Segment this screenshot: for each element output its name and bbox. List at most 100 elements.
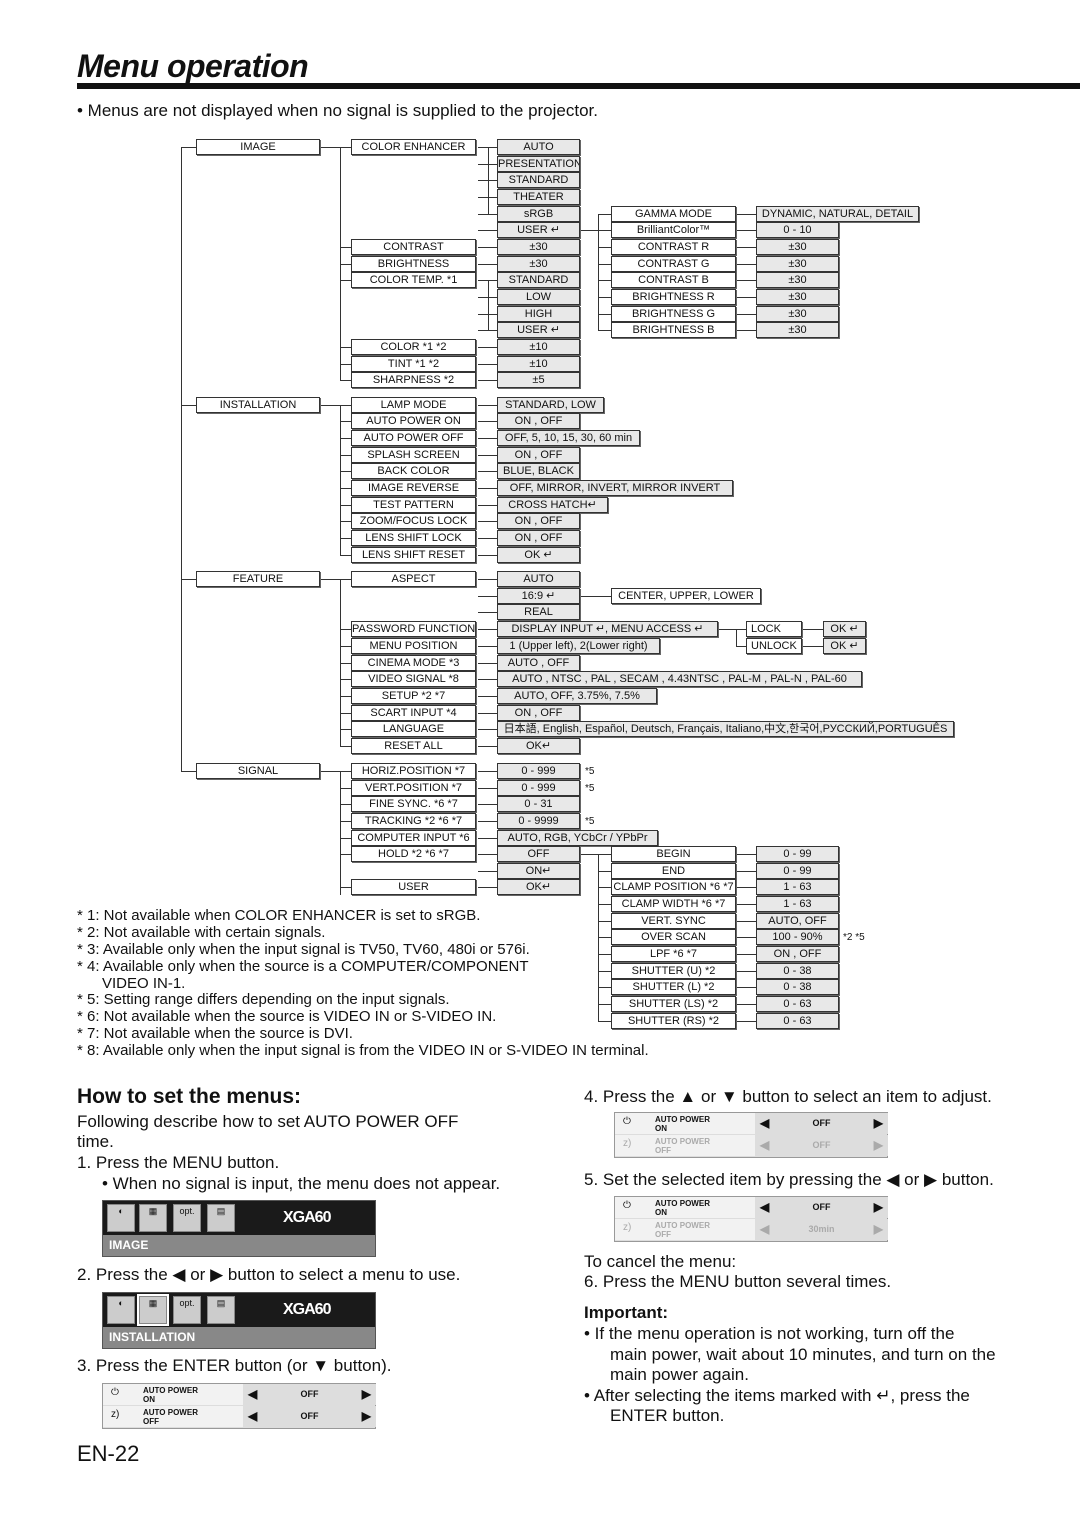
menu-tree-box: OVER SCAN bbox=[611, 929, 736, 945]
connector-line bbox=[478, 646, 497, 647]
connector-line bbox=[598, 871, 611, 872]
connector-line bbox=[340, 280, 351, 281]
menu-tree-box: CROSS HATCH↵ bbox=[497, 497, 608, 513]
connector-line bbox=[340, 771, 351, 772]
menu-tree-box: COMPUTER INPUT *6 bbox=[351, 830, 476, 846]
menu-tree-box: BRIGHTNESS G bbox=[611, 306, 736, 322]
page-number: EN-22 bbox=[77, 1441, 140, 1466]
menu-tree-box: IMAGE bbox=[196, 139, 320, 155]
connector-line bbox=[580, 596, 611, 597]
connector-line bbox=[478, 230, 497, 231]
connector-line bbox=[598, 314, 611, 315]
connector-line bbox=[736, 887, 756, 888]
footnote: * 2: Not available with certain signals. bbox=[77, 924, 326, 941]
menu-tree-box: SHARPNESS *2 bbox=[351, 372, 476, 388]
connector-line bbox=[736, 954, 756, 955]
connector-line bbox=[478, 214, 497, 215]
signal-menu-icon: ▤ bbox=[207, 1204, 235, 1232]
connector-line bbox=[478, 696, 497, 697]
connector-line bbox=[478, 821, 497, 822]
menu-tree-box: 0 - 38 bbox=[756, 979, 839, 995]
menu-tree-box: 0 - 10 bbox=[756, 222, 839, 238]
connector-line bbox=[340, 147, 351, 148]
footnote: * 8: Available only when the input signa… bbox=[77, 1042, 649, 1059]
menu-tree-box: AUTO, RGB, YCbCr / YPbPr bbox=[497, 830, 658, 846]
menu-tree-box: 0 - 31 bbox=[497, 796, 580, 812]
footnote-marker: *5 bbox=[585, 766, 595, 777]
howto-desc: time. bbox=[77, 1132, 114, 1151]
menu-tree-box: 0 - 63 bbox=[756, 996, 839, 1012]
left-arrow-icon: ◀ bbox=[760, 1116, 770, 1130]
connector-line bbox=[340, 788, 351, 789]
menu-tree-box: FINE SYNC. *6 *7 bbox=[351, 796, 476, 812]
footnote-marker: *5 bbox=[585, 783, 595, 794]
menu-tree-box: ON , OFF bbox=[497, 447, 580, 463]
connector-line bbox=[580, 854, 598, 855]
model-name: XGA60 bbox=[283, 1301, 331, 1318]
menu-tree-box: LOCK bbox=[746, 621, 802, 637]
auto-power-off-icon: z) bbox=[111, 1409, 120, 1420]
menu-tree-box: CONTRAST B bbox=[611, 272, 736, 288]
feature-menu-icon: opt. bbox=[173, 1296, 201, 1324]
connector-line bbox=[598, 1004, 611, 1005]
menu-tree-box: AUTO bbox=[497, 571, 580, 587]
important-note: • If the menu operation is not working, … bbox=[584, 1324, 955, 1343]
menu-tree-box: ±30 bbox=[756, 306, 839, 322]
important-note: main power, wait about 10 minutes, and t… bbox=[610, 1345, 996, 1364]
connector-line bbox=[478, 555, 497, 556]
connector-line bbox=[340, 505, 351, 506]
menu-tree-box: ON , OFF bbox=[497, 530, 580, 546]
menu-tree-box: SHUTTER (L) *2 bbox=[611, 979, 736, 995]
connector-line bbox=[598, 214, 599, 330]
important-note: ENTER button. bbox=[610, 1406, 725, 1425]
connector-line bbox=[478, 838, 497, 839]
menu-tree-box: USER bbox=[351, 879, 476, 895]
left-arrow-icon: ◀ bbox=[760, 1200, 770, 1214]
menu-tree-box: 0 - 999 bbox=[497, 780, 580, 796]
connector-line bbox=[598, 297, 611, 298]
page-title: Menu operation bbox=[77, 48, 309, 84]
connector-line bbox=[736, 214, 756, 215]
footnote: VIDEO IN-1. bbox=[77, 975, 186, 992]
menu-tree-box: COLOR *1 *2 bbox=[351, 339, 476, 355]
menu-screen-image: ◐ ▦ opt. ▤ XGA60 IMAGE bbox=[102, 1200, 376, 1257]
connector-line bbox=[340, 579, 351, 580]
connector-line bbox=[340, 405, 341, 555]
menu-screen-installation: ◐ ▦ opt. ▤ XGA60 INSTALLATION bbox=[102, 1292, 376, 1349]
menu-items-panel: ⏻ AUTO POWER ON ◀ OFF ▶ z) AUTO POWER OFF ◀ 30m… bbox=[614, 1196, 888, 1242]
menu-tree-box: AUTO , NTSC , PAL , SECAM , 4.43NTSC , P… bbox=[497, 671, 862, 687]
menu-tree-box: INSTALLATION bbox=[196, 397, 320, 413]
connector-line bbox=[181, 405, 196, 406]
menu-tree-box: AUTO, OFF, 3.75%, 7.5% bbox=[497, 688, 657, 704]
connector-line bbox=[478, 505, 497, 506]
connector-line bbox=[598, 1021, 611, 1022]
connector-line bbox=[736, 854, 756, 855]
menu-tree-box: STANDARD bbox=[497, 272, 580, 288]
connector-line bbox=[478, 180, 497, 181]
connector-line bbox=[478, 488, 497, 489]
menu-tree-box: ON , OFF bbox=[497, 513, 580, 529]
connector-line bbox=[598, 954, 611, 955]
menu-tree-box: LPF *6 *7 bbox=[611, 946, 736, 962]
connector-line bbox=[598, 904, 611, 905]
connector-line bbox=[802, 646, 823, 647]
menu-tree-box: HIGH bbox=[497, 306, 580, 322]
connector-line bbox=[340, 646, 351, 647]
menu-tree-box: ±30 bbox=[756, 256, 839, 272]
menu-tree-box: SHUTTER (RS) *2 bbox=[611, 1013, 736, 1029]
menu-tree-box: ON , OFF bbox=[497, 705, 580, 721]
auto-power-on-icon: ⏻ bbox=[623, 1116, 631, 1127]
menu-tree-box: SHUTTER (LS) *2 bbox=[611, 996, 736, 1012]
connector-line bbox=[340, 746, 351, 747]
footnote: * 1: Not available when COLOR ENHANCER i… bbox=[77, 907, 481, 924]
connector-line bbox=[478, 746, 497, 747]
connector-line bbox=[340, 555, 351, 556]
menu-tree-box: OK↵ bbox=[497, 879, 580, 895]
menu-tree-box: OK↵ bbox=[497, 738, 580, 754]
step-1-note: • When no signal is input, the menu does… bbox=[102, 1174, 501, 1193]
menu-tree-box: 1 (Upper left), 2(Lower right) bbox=[497, 638, 660, 654]
menu-tree-box: ON , OFF bbox=[497, 413, 580, 429]
connector-line bbox=[598, 280, 611, 281]
step-1: 1. Press the MENU button. bbox=[77, 1153, 280, 1172]
model-name: XGA60 bbox=[283, 1209, 331, 1226]
